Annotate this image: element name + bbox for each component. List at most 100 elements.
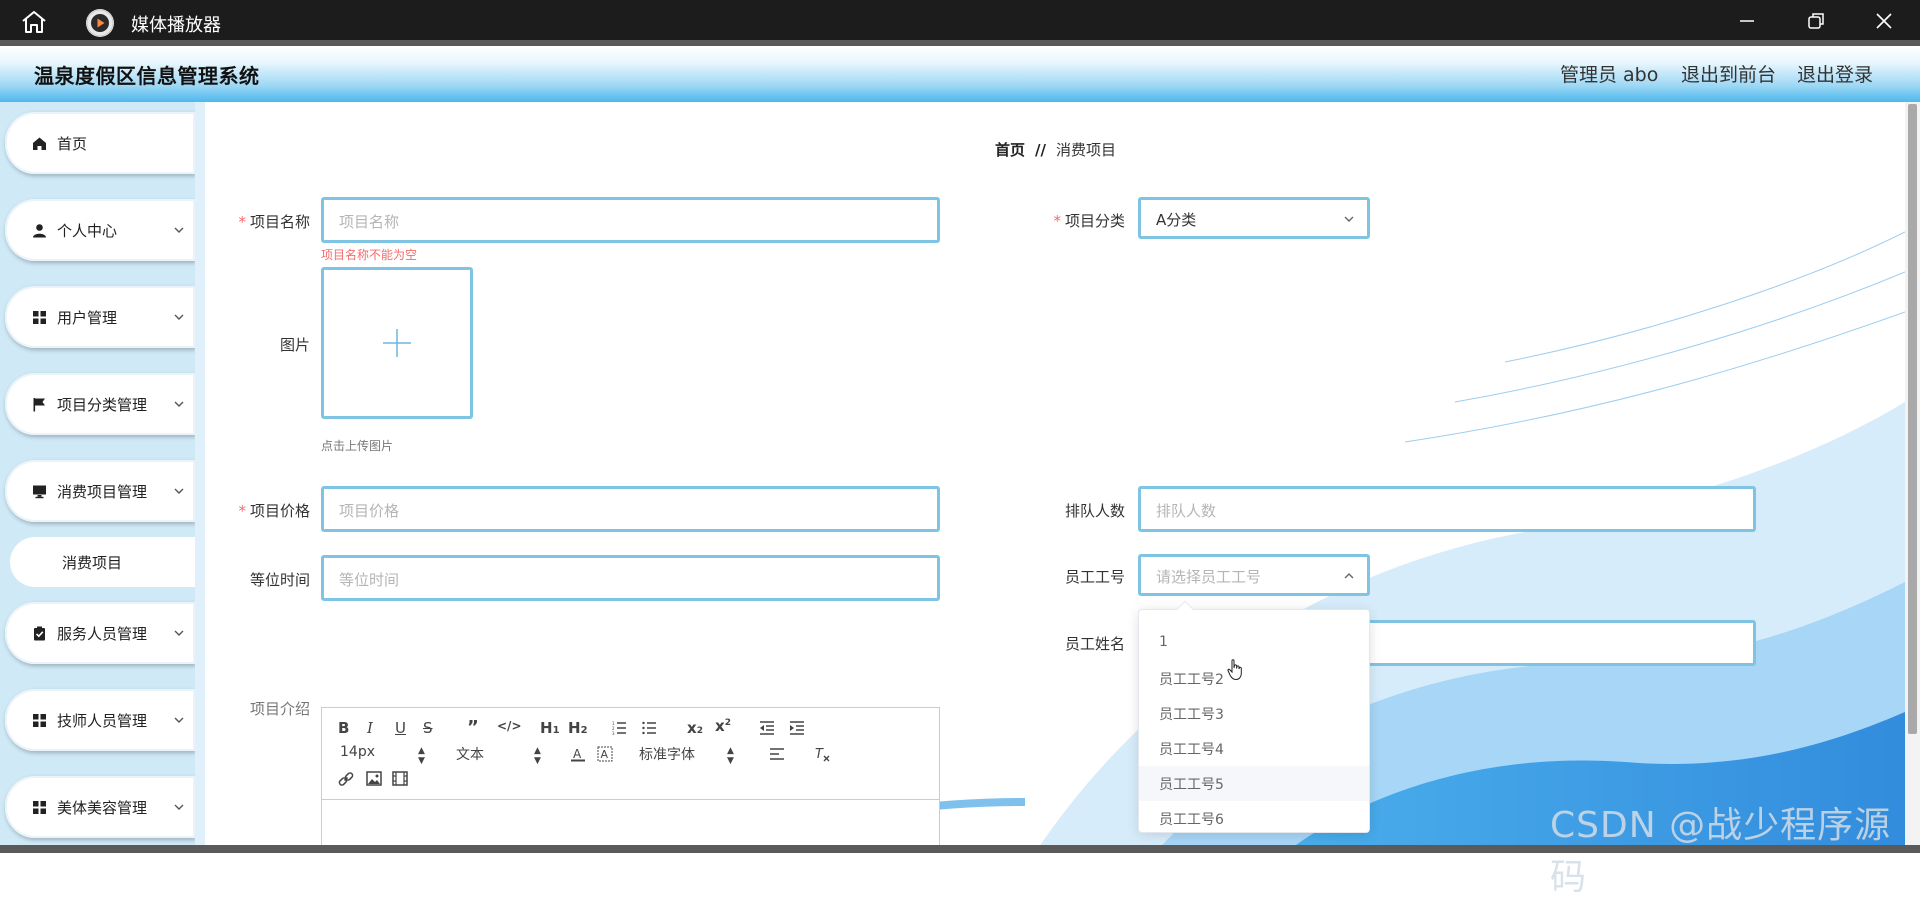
window-title: 媒体播放器 — [131, 15, 221, 36]
align-icon[interactable] — [769, 747, 785, 761]
sidebar-item-personal-center[interactable]: 个人中心 — [5, 199, 195, 261]
block-type-select[interactable]: 文本 ▲ ▼ — [456, 744, 546, 766]
breadcrumb: 首页 // 消费项目 — [995, 139, 1116, 160]
project-name-label: * 项目名称 — [238, 213, 310, 231]
chevron-down-icon — [174, 488, 184, 494]
image-label: 图片 — [279, 336, 310, 354]
staff-id-placeholder: 请选择员工工号 — [1156, 568, 1262, 586]
heading-2-icon[interactable]: H2 — [568, 719, 588, 737]
window-titlebar: 媒体播放器 — [0, 0, 1920, 46]
indent-icon[interactable] — [789, 721, 805, 735]
background-color-icon[interactable]: A — [597, 746, 613, 762]
grid-icon — [33, 801, 46, 814]
sidebar-item-beauty-management[interactable]: 美体美容管理 — [5, 776, 195, 838]
font-family-select[interactable]: 标准字体 ▲ ▼ — [639, 744, 739, 766]
staff-name-label: 员工姓名 — [1064, 635, 1125, 653]
sidebar-item-label: 用户管理 — [57, 309, 118, 327]
restore-icon[interactable] — [1805, 10, 1827, 32]
svg-text:T: T — [815, 747, 824, 762]
dropdown-option[interactable]: 员工工号4 — [1139, 731, 1369, 766]
subscript-icon[interactable]: x2 — [687, 719, 703, 737]
sidebar-item-category-management[interactable]: 项目分类管理 — [5, 373, 195, 435]
sidebar: 首页 个人中心 用户管理 项目分类管理 消费项目管理 消费项目 服务人员管理 技… — [0, 102, 205, 853]
wait-time-label: 等位时间 — [249, 571, 310, 589]
code-block-icon[interactable]: </> — [497, 719, 522, 733]
clear-format-icon[interactable]: T — [814, 746, 830, 762]
chevron-down-icon — [174, 804, 184, 810]
image-icon[interactable] — [366, 771, 382, 786]
dropdown-option[interactable]: 员工工号2 — [1139, 661, 1369, 696]
image-upload-box[interactable] — [321, 267, 473, 419]
project-category-value: A分类 — [1156, 211, 1197, 229]
dropdown-option[interactable]: 1 — [1139, 626, 1369, 661]
dropdown-option[interactable]: 员工工号3 — [1139, 696, 1369, 731]
bullet-list-icon[interactable] — [642, 721, 657, 735]
project-name-error: 项目名称不能为空 — [321, 248, 418, 262]
sidebar-item-home[interactable]: 首页 — [5, 112, 195, 174]
main-scrollbar[interactable] — [1905, 102, 1920, 853]
superscript-icon[interactable]: x2 — [715, 717, 731, 735]
bold-icon[interactable]: B — [338, 719, 349, 737]
minimize-icon[interactable] — [1736, 10, 1758, 32]
staff-id-dropdown: 1 员工工号2 员工工号3 员工工号4 员工工号5 员工工号6 — [1138, 600, 1370, 836]
editor-toolbar: B I U S ” </> H1 H2 123 x2 x2 14px ▲ ▼ 文本 ▲… — [322, 708, 939, 800]
plus-icon — [383, 329, 411, 357]
breadcrumb-home[interactable]: 首页 — [995, 141, 1025, 159]
video-icon[interactable] — [392, 771, 408, 786]
chevron-down-icon — [174, 314, 184, 320]
sidebar-item-consumption-management[interactable]: 消费项目管理 — [5, 460, 195, 522]
scrollbar-thumb[interactable] — [1908, 104, 1917, 734]
sidebar-item-technician-management[interactable]: 技师人员管理 — [5, 689, 195, 751]
heading-1-icon[interactable]: H1 — [540, 719, 560, 737]
sidebar-item-label: 首页 — [57, 135, 88, 153]
queue-count-input[interactable]: 排队人数 — [1138, 486, 1756, 532]
dropdown-option-hovered[interactable]: 员工工号5 — [1139, 766, 1369, 801]
font-color-icon[interactable]: A — [570, 746, 586, 762]
sidebar-item-label: 项目分类管理 — [57, 396, 148, 414]
wait-time-placeholder: 等位时间 — [339, 571, 400, 589]
svg-text:A: A — [601, 748, 609, 761]
chevron-down-icon — [174, 227, 184, 233]
font-size-select[interactable]: 14px ▲ ▼ — [340, 744, 430, 766]
chevron-down-icon — [174, 630, 184, 636]
monitor-icon — [33, 485, 46, 499]
flag-icon — [33, 398, 45, 412]
media-player-icon — [86, 9, 114, 37]
underline-icon[interactable]: U — [395, 719, 406, 737]
rich-text-editor: B I U S ” </> H1 H2 123 x2 x2 14px ▲ ▼ 文本 ▲… — [321, 707, 940, 853]
outdent-icon[interactable] — [759, 721, 775, 735]
sidebar-item-label: 服务人员管理 — [57, 625, 148, 643]
svg-text:3: 3 — [612, 731, 615, 735]
exit-to-front-link[interactable]: 退出到前台 — [1681, 60, 1776, 87]
strikethrough-icon[interactable]: S — [423, 719, 433, 737]
italic-icon[interactable]: I — [367, 719, 373, 737]
chevron-down-icon — [174, 717, 184, 723]
breadcrumb-separator: // — [1035, 141, 1046, 159]
project-category-select[interactable]: A分类 — [1138, 197, 1370, 239]
app-header: 温泉度假区信息管理系统 管理员 abo 退出到前台 退出登录 — [0, 46, 1920, 102]
admin-user-label: 管理员 abo — [1560, 64, 1659, 86]
sidebar-item-service-staff-management[interactable]: 服务人员管理 — [5, 602, 195, 664]
project-price-input[interactable]: 项目价格 — [321, 486, 940, 532]
project-name-placeholder: 项目名称 — [339, 213, 400, 231]
project-name-input[interactable]: 项目名称 — [321, 197, 940, 243]
home-icon[interactable] — [20, 9, 48, 35]
queue-count-placeholder: 排队人数 — [1156, 502, 1217, 520]
chevron-down-icon — [174, 401, 184, 407]
blockquote-icon[interactable]: ” — [467, 717, 479, 738]
logout-link[interactable]: 退出登录 — [1797, 60, 1873, 87]
link-icon[interactable] — [338, 771, 354, 787]
sidebar-item-label: 个人中心 — [57, 222, 118, 240]
staff-id-select[interactable]: 请选择员工工号 — [1138, 554, 1370, 596]
sidebar-item-user-management[interactable]: 用户管理 — [5, 286, 195, 348]
home-icon — [33, 137, 46, 150]
sidebar-item-label: 技师人员管理 — [57, 712, 148, 730]
grid-icon — [33, 714, 46, 727]
dropdown-option[interactable]: 员工工号6 — [1139, 801, 1369, 836]
close-icon[interactable] — [1873, 10, 1895, 32]
wait-time-input[interactable]: 等位时间 — [321, 555, 940, 601]
hand-cursor-icon — [1227, 659, 1242, 681]
sidebar-subitem-consumption[interactable]: 消费项目 — [10, 537, 195, 587]
ordered-list-icon[interactable]: 123 — [612, 721, 627, 735]
breadcrumb-current: 消费项目 — [1055, 141, 1116, 159]
